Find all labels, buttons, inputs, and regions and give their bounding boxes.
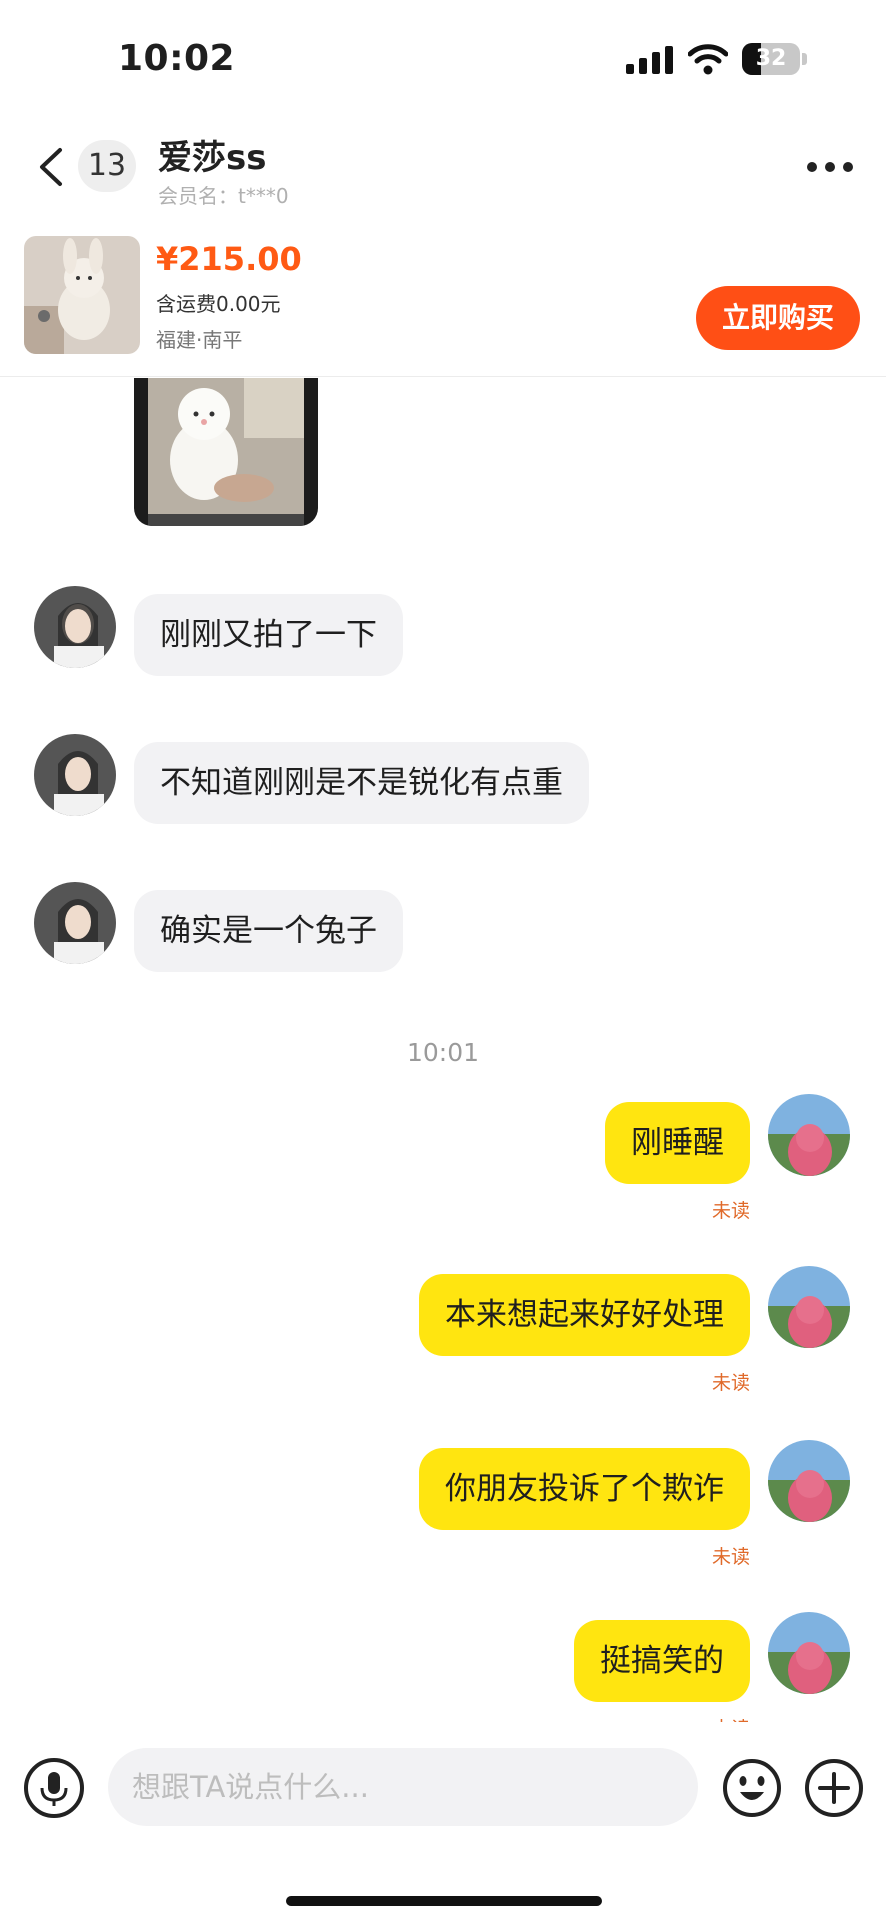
product-thumbnail[interactable] <box>24 236 140 354</box>
unread-count-badge[interactable]: 13 <box>78 140 136 192</box>
home-indicator[interactable] <box>286 1896 602 1906</box>
my-avatar[interactable] <box>768 1612 850 1694</box>
my-avatar[interactable] <box>768 1266 850 1348</box>
back-icon[interactable] <box>34 146 68 188</box>
buy-now-button[interactable]: 立即购买 <box>696 286 860 350</box>
contact-avatar[interactable] <box>34 734 116 816</box>
product-card[interactable]: ¥215.00 含运费0.00元 福建·南平 立即购买 <box>0 226 886 377</box>
member-name: 会员名：t***0 <box>158 184 289 208</box>
message-bubble-outgoing[interactable]: 挺搞笑的 <box>574 1620 750 1702</box>
message-bubble-incoming[interactable]: 确实是一个兔子 <box>134 890 403 972</box>
product-shipping: 含运费0.00元 <box>156 292 281 316</box>
message-bubble-incoming[interactable]: 不知道刚刚是不是锐化有点重 <box>134 742 589 824</box>
plus-icon[interactable] <box>804 1758 864 1818</box>
status-time: 10:02 <box>118 38 236 79</box>
emoji-icon[interactable] <box>722 1758 782 1818</box>
my-avatar[interactable] <box>768 1440 850 1522</box>
more-icon[interactable] <box>806 160 854 174</box>
status-bar: 10:02 32 <box>0 0 886 110</box>
wifi-icon <box>688 44 728 75</box>
product-price: ¥215.00 <box>156 240 302 278</box>
message-bubble-outgoing[interactable]: 刚睡醒 <box>605 1102 750 1184</box>
battery-icon: 32 <box>742 43 808 75</box>
signal-icon <box>626 46 673 74</box>
battery-level: 32 <box>755 46 787 71</box>
message-input[interactable] <box>108 1748 698 1826</box>
my-avatar[interactable] <box>768 1094 850 1176</box>
unread-status: 未读 <box>711 1546 750 1568</box>
chat-timestamp: 10:01 <box>406 1038 480 1067</box>
message-bubble-incoming[interactable]: 刚刚又拍了一下 <box>134 594 403 676</box>
microphone-icon <box>40 1772 68 1806</box>
contact-name: 爱莎ss <box>158 138 267 178</box>
product-location: 福建·南平 <box>156 328 243 352</box>
message-bubble-outgoing[interactable]: 本来想起来好好处理 <box>419 1274 750 1356</box>
input-bar <box>0 1722 886 1852</box>
voice-button[interactable] <box>24 1758 84 1818</box>
contact-avatar[interactable] <box>34 586 116 668</box>
unread-status: 未读 <box>711 1200 750 1222</box>
contact-avatar[interactable] <box>34 882 116 964</box>
unread-status: 未读 <box>711 1372 750 1394</box>
chat-image[interactable] <box>134 378 318 526</box>
message-bubble-outgoing[interactable]: 你朋友投诉了个欺诈 <box>419 1448 750 1530</box>
